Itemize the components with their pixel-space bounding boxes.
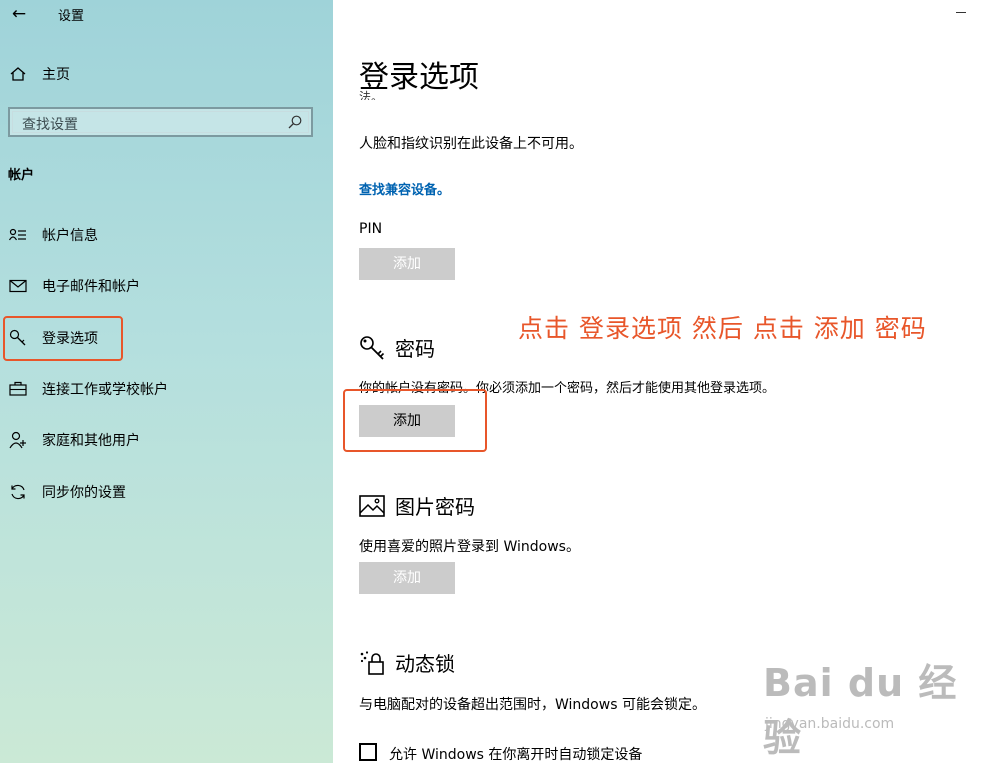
back-button[interactable]: ← bbox=[8, 3, 30, 25]
home-icon bbox=[8, 66, 28, 82]
picture-password-add-button[interactable]: 添加 bbox=[359, 562, 455, 594]
watermark-logo-text: Bai du 经验 bbox=[763, 661, 958, 760]
mail-icon bbox=[8, 276, 28, 296]
dynamic-lock-heading: 动态锁 bbox=[359, 648, 455, 677]
picture-password-heading-text: 图片密码 bbox=[395, 495, 475, 519]
main-content: 登录选项 法。 人脸和指纹识别在此设备上不可用。 查找兼容设备。 PIN 添加 … bbox=[333, 0, 1000, 763]
sidebar-highlight-box bbox=[3, 316, 123, 361]
home-label: 主页 bbox=[42, 67, 70, 83]
briefcase-icon bbox=[8, 379, 28, 399]
sidebar-item-label: 连接工作或学校帐户 bbox=[42, 382, 168, 398]
face-fingerprint-text: 人脸和指纹识别在此设备上不可用。 bbox=[359, 136, 583, 152]
search-input[interactable]: 查找设置 bbox=[8, 107, 313, 137]
sidebar-item-email-accounts[interactable]: 电子邮件和帐户 bbox=[8, 273, 140, 299]
sync-icon bbox=[8, 482, 28, 502]
search-icon[interactable] bbox=[287, 114, 303, 134]
pin-label: PIN bbox=[359, 221, 383, 237]
home-nav-item[interactable]: 主页 bbox=[8, 62, 70, 86]
picture-password-heading: 图片密码 bbox=[359, 491, 475, 520]
dynamic-lock-heading-text: 动态锁 bbox=[395, 652, 455, 676]
dynamic-lock-description: 与电脑配对的设备超出范围时，Windows 可能会锁定。 bbox=[359, 697, 706, 713]
sidebar-item-label: 帐户信息 bbox=[42, 228, 98, 244]
section-label-accounts: 帐户 bbox=[8, 168, 35, 183]
search-placeholder: 查找设置 bbox=[22, 117, 78, 133]
minimize-button[interactable] bbox=[956, 12, 966, 13]
dynamic-lock-checkbox-label: 允许 Windows 在你离开时自动锁定设备 bbox=[389, 747, 643, 763]
app-title: 设置 bbox=[58, 9, 85, 24]
baidu-watermark: Bai du 经验 jingyan.baidu.com bbox=[763, 652, 988, 760]
sidebar-item-work-school[interactable]: 连接工作或学校帐户 bbox=[8, 376, 168, 402]
dynamic-lock-checkbox[interactable] bbox=[359, 743, 377, 761]
sidebar: ← 设置 主页 查找设置 帐户 帐户信息 电子邮件和帐户 登录选项 连接工作或学… bbox=[0, 0, 333, 763]
picture-password-description: 使用喜爱的照片登录到 Windows。 bbox=[359, 539, 580, 555]
password-highlight-box bbox=[343, 389, 487, 452]
sidebar-item-family-users[interactable]: 家庭和其他用户 bbox=[8, 427, 140, 453]
sidebar-item-account-info[interactable]: 帐户信息 bbox=[8, 222, 98, 248]
account-info-icon bbox=[8, 225, 28, 245]
image-icon bbox=[359, 493, 385, 519]
key-icon bbox=[359, 335, 385, 361]
person-add-icon bbox=[8, 430, 28, 450]
sidebar-item-sync-settings[interactable]: 同步你的设置 bbox=[8, 479, 126, 505]
sidebar-item-label: 同步你的设置 bbox=[42, 485, 126, 501]
password-heading-text: 密码 bbox=[395, 337, 435, 361]
sidebar-item-label: 电子邮件和帐户 bbox=[42, 279, 140, 295]
clipped-text: 法。 bbox=[359, 90, 384, 100]
title-bar: ← 设置 bbox=[0, 0, 333, 28]
pin-add-button[interactable]: 添加 bbox=[359, 248, 455, 280]
dynamic-lock-icon bbox=[359, 650, 385, 676]
watermark-url: jingyan.baidu.com bbox=[765, 716, 895, 732]
sidebar-item-label: 家庭和其他用户 bbox=[42, 433, 140, 449]
instruction-annotation: 点击 登录选项 然后 点击 添加 密码 bbox=[518, 314, 927, 343]
find-compatible-devices-link[interactable]: 查找兼容设备。 bbox=[359, 179, 450, 198]
password-heading: 密码 bbox=[359, 333, 435, 362]
